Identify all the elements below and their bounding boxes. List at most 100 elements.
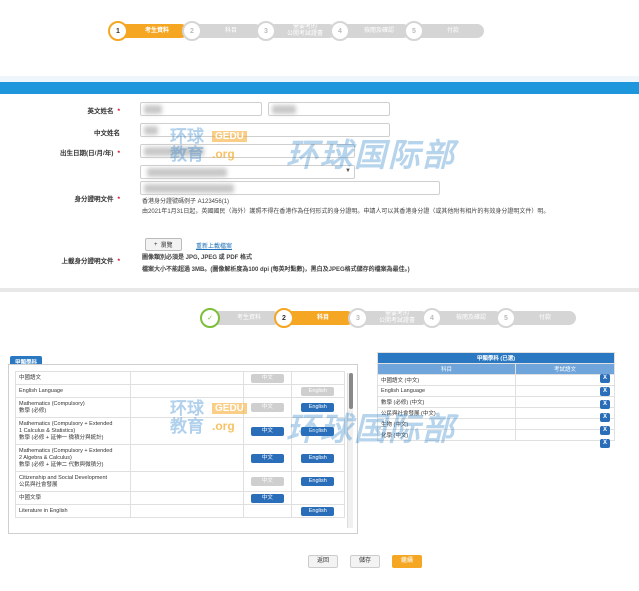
step-label-text: 考生資料	[236, 314, 261, 321]
step-number: 5	[404, 21, 424, 41]
select-english-button[interactable]: English	[301, 506, 335, 516]
english-option-cell: English	[290, 384, 346, 398]
chosen-col-remark: 考試語文	[515, 363, 615, 375]
chinese-option-cell	[243, 384, 292, 398]
table-row: 中國文學 中文	[14, 491, 346, 505]
plus-icon: +	[154, 241, 158, 248]
english-option-cell: English	[290, 504, 346, 518]
step-number: 4	[422, 308, 442, 328]
continue-button[interactable]: 繼續	[392, 555, 422, 568]
chinese-option-cell	[243, 504, 292, 518]
select-chinese-button[interactable]: 中文	[250, 373, 284, 383]
step-2: 科目 2	[182, 21, 262, 41]
step-number: 4	[330, 21, 350, 41]
save-button[interactable]: 儲存	[350, 555, 380, 568]
subject-name: 中國語文	[14, 371, 132, 385]
progress-stepper: 考生資料 1 科目 2 需要考的 公開考試證書 3 檢閱及確認 4 付款 5	[108, 21, 484, 41]
select-english-button[interactable]: English	[301, 453, 335, 463]
id-hint-notice: 由2021年1月31日起，英國國民（海外）護照不得在香港作為任何形式的身分證明。…	[142, 209, 550, 215]
table-row: Citizenship and Social Development 公民與社會…	[14, 471, 346, 492]
table-row: Literature in English English	[14, 504, 346, 518]
chosen-subject-name: English Language	[377, 385, 516, 397]
spacer-cell	[130, 444, 245, 472]
id-hint-example: 香港身分證號碼例子 A123456(1)	[142, 199, 230, 205]
table-row: 中國語文 中文	[14, 371, 346, 385]
upload-id-label: 上載身分證明文件 *	[61, 258, 120, 265]
chinese-option-cell: 中文	[243, 471, 292, 492]
spacer-cell	[130, 491, 245, 505]
dob-label: 出生日期(日/月/年) *	[60, 150, 120, 157]
chinese-option-cell: 中文	[243, 371, 292, 385]
step-label-text: 檢閱及確認	[363, 27, 394, 34]
step-3: 需要考的 公開考試證書 3	[256, 21, 336, 41]
select-english-button[interactable]: English	[301, 386, 335, 396]
step-3: 需要考的 公開考試證書 3	[348, 308, 428, 328]
id-number-input[interactable]	[140, 181, 440, 195]
back-button[interactable]: 返回	[308, 555, 338, 568]
remove-subject-button[interactable]: X	[600, 439, 610, 448]
step-label-text: 需要考的 公開考試證書	[378, 311, 415, 324]
subject-name: 中國文學	[14, 491, 132, 505]
chinese-option-cell: 中文	[243, 491, 292, 505]
remove-subject-button[interactable]: X	[600, 387, 610, 396]
upload-size-hint: 檔案大小不能超過 3MB。(圖像解析度為100 dpi (每英吋點數)，黑白及J…	[142, 267, 410, 273]
select-chinese-button[interactable]: 中文	[250, 477, 284, 486]
step-number: 5	[496, 308, 516, 328]
step-label-text: 科目	[224, 27, 237, 34]
subject-name: Mathematics (Compulsory + Extended 2 Alg…	[14, 444, 132, 472]
chosen-table-title: 甲類學科 (已選)	[377, 352, 615, 364]
spacer-cell	[130, 371, 245, 385]
step-number: 1	[108, 21, 128, 41]
chinese-option-cell: 中文	[243, 444, 292, 472]
step-1: 考生資料 ✓	[200, 308, 280, 328]
id-doc-label: 身分證明文件 *	[74, 196, 120, 203]
step-label-text: 科目	[316, 314, 329, 321]
table-row: English Language English	[14, 384, 346, 398]
select-chinese-button[interactable]: 中文	[250, 426, 284, 436]
english-given-name-input[interactable]	[268, 102, 390, 116]
chinese-name-label: 中文姓名	[94, 130, 120, 137]
remove-subject-button[interactable]: X	[600, 413, 610, 422]
chinese-option-cell: 中文	[243, 417, 292, 445]
step-label-text: 考生資料	[144, 27, 169, 34]
subject-name: Mathematics (Compulsory + Extended 1 Cal…	[14, 417, 132, 445]
select-chinese-button[interactable]: 中文	[250, 403, 284, 412]
step-label-text: 需要考的 公開考試證書	[286, 24, 323, 37]
spacer-cell	[130, 471, 245, 492]
chosen-col-subject: 科目	[377, 363, 516, 375]
reupload-link[interactable]: 重新上載檔案	[196, 241, 232, 250]
subjects-panel: 考生資料 ✓ 科目 2 需要考的 公開考試證書 3 檢閱及確認 4 付款 5 甲類學科 中國語文中…	[0, 292, 639, 591]
subject-name: Literature in English	[14, 504, 132, 518]
scrollbar[interactable]	[347, 373, 353, 528]
step-label-text: 付款	[446, 27, 459, 34]
english-surname-input[interactable]	[140, 102, 262, 116]
remove-subject-button[interactable]: X	[600, 400, 610, 409]
spacer-cell	[130, 504, 245, 518]
select-english-button[interactable]: English	[301, 477, 335, 486]
english-name-label: 英文姓名 *	[87, 108, 120, 115]
remove-subject-button[interactable]: X	[600, 374, 610, 383]
subject-name: Citizenship and Social Development 公民與社會…	[14, 471, 132, 492]
spacer-cell	[130, 384, 245, 398]
select-chinese-button[interactable]: 中文	[250, 493, 284, 503]
browse-button[interactable]: + 瀏覽	[145, 238, 182, 251]
chosen-row: 中國語文 (中文)	[377, 374, 615, 386]
upload-format-hint: 圖像類別必須是 JPG, JPEG 或 PDF 格式	[142, 255, 253, 261]
chosen-subject-name: 中國語文 (中文)	[377, 374, 516, 386]
remove-subject-button[interactable]: X	[600, 426, 610, 435]
step-5: 付款 5	[496, 308, 576, 328]
step-number: 2	[274, 308, 294, 328]
step-1: 考生資料 1	[108, 21, 188, 41]
step-2: 科目 2	[274, 308, 354, 328]
chosen-row: English Language	[377, 385, 615, 397]
step-4: 檢閱及確認 4	[330, 21, 410, 41]
step-5: 付款 5	[404, 21, 484, 41]
check-icon: ✓	[200, 308, 220, 328]
step-number: 2	[182, 21, 202, 41]
step-label-text: 檢閱及確認	[455, 314, 486, 321]
subject-name: Mathematics (Compulsory) 數學 (必修)	[14, 397, 132, 418]
english-option-cell	[290, 491, 346, 505]
english-option-cell: English	[290, 471, 346, 492]
select-chinese-button[interactable]: 中文	[250, 453, 284, 463]
step-number: 3	[348, 308, 368, 328]
